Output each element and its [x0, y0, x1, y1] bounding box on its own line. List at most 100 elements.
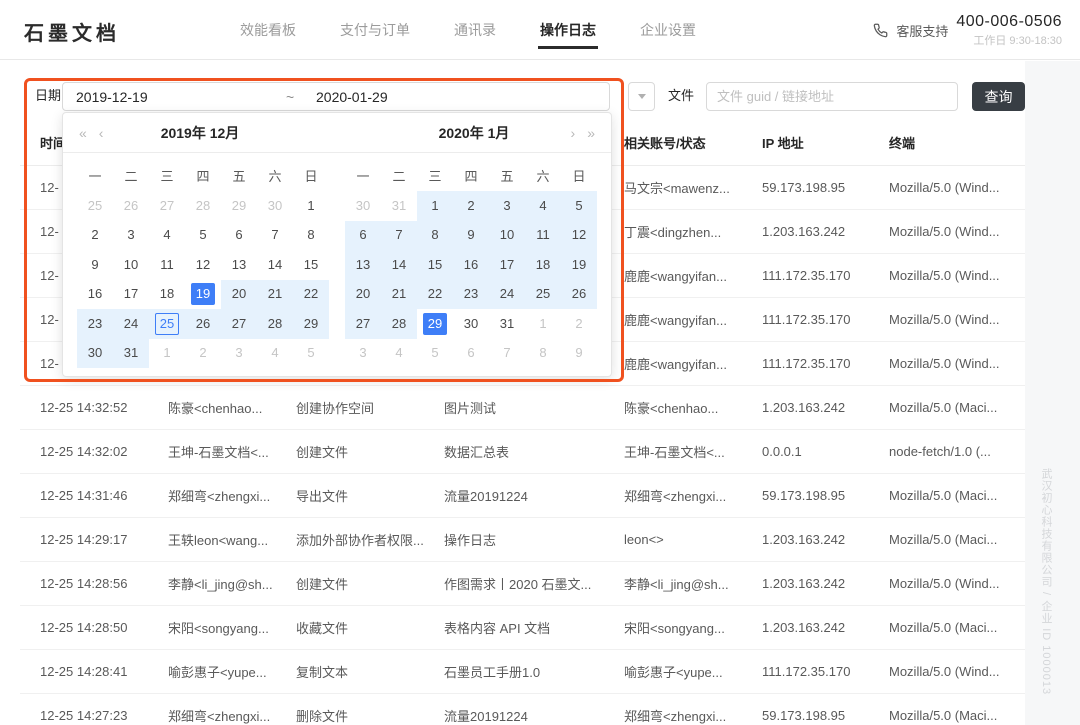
calendar-day[interactable]: 27 — [221, 309, 257, 339]
calendar-day[interactable]: 20 — [345, 280, 381, 310]
calendar-day[interactable]: 13 — [345, 250, 381, 280]
calendar-day[interactable]: 26 — [561, 280, 597, 310]
table-row[interactable]: 12-25 14:28:50宋阳<songyang...收藏文件表格内容 API… — [20, 606, 1025, 650]
calendar-day[interactable]: 31 — [489, 309, 525, 339]
calendar-day[interactable]: 7 — [381, 221, 417, 251]
calendar-day[interactable]: 28 — [185, 191, 221, 221]
calendar-day[interactable]: 7 — [257, 221, 293, 251]
calendar-day[interactable]: 4 — [149, 221, 185, 251]
nav-item-logs[interactable]: 操作日志 — [540, 0, 596, 60]
calendar-day[interactable]: 24 — [489, 280, 525, 310]
calendar-day[interactable]: 16 — [77, 280, 113, 310]
calendar-day[interactable]: 26 — [185, 309, 221, 339]
calendar-day[interactable]: 10 — [489, 221, 525, 251]
calendar-day[interactable]: 12 — [561, 221, 597, 251]
calendar-day[interactable]: 3 — [489, 191, 525, 221]
calendar-day[interactable]: 2 — [185, 339, 221, 369]
calendar-day[interactable]: 16 — [453, 250, 489, 280]
calendar-day[interactable]: 14 — [381, 250, 417, 280]
calendar-day[interactable]: 1 — [417, 191, 453, 221]
calendar-day[interactable]: 19 — [185, 280, 221, 310]
table-row[interactable]: 12-25 14:32:52陈豪<chenhao...创建协作空间图片测试陈豪<… — [20, 386, 1025, 430]
calendar-day[interactable]: 9 — [77, 250, 113, 280]
table-row[interactable]: 12-25 14:29:17王轶leon<wang...添加外部协作者权限...… — [20, 518, 1025, 562]
calendar-day[interactable]: 3 — [113, 221, 149, 251]
calendar-day[interactable]: 17 — [113, 280, 149, 310]
next-month-icon[interactable]: › — [571, 126, 576, 140]
table-row[interactable]: 12-25 14:32:02王坤-石墨文档<...创建文件数据汇总表王坤-石墨文… — [20, 430, 1025, 474]
table-row[interactable]: 12-25 14:28:41喻彭惠子<yupe...复制文本石墨员工手册1.0喻… — [20, 650, 1025, 694]
date-end-value[interactable]: 2020-01-29 — [316, 89, 388, 105]
calendar-day[interactable]: 6 — [453, 339, 489, 369]
calendar-day[interactable]: 13 — [221, 250, 257, 280]
nav-item-settings[interactable]: 企业设置 — [640, 0, 696, 60]
calendar-day[interactable]: 27 — [345, 309, 381, 339]
table-row[interactable]: 12-25 14:28:56李静<li_jing@sh...创建文件作图需求丨2… — [20, 562, 1025, 606]
calendar-day[interactable]: 31 — [381, 191, 417, 221]
calendar-day[interactable]: 5 — [417, 339, 453, 369]
prev-year-icon[interactable]: « — [79, 126, 87, 140]
calendar-day[interactable]: 4 — [525, 191, 561, 221]
nav-item-contacts[interactable]: 通讯录 — [454, 0, 496, 60]
calendar-day[interactable]: 30 — [77, 339, 113, 369]
app-logo[interactable]: 石墨文档 — [24, 17, 120, 46]
calendar-day[interactable]: 25 — [149, 309, 185, 339]
calendar-day[interactable]: 30 — [257, 191, 293, 221]
calendar-day[interactable]: 29 — [293, 309, 329, 339]
calendar-day[interactable]: 29 — [417, 309, 453, 339]
calendar-day[interactable]: 12 — [185, 250, 221, 280]
calendar-day[interactable]: 8 — [525, 339, 561, 369]
query-button[interactable]: 查询 — [972, 82, 1025, 111]
calendar-day[interactable]: 18 — [149, 280, 185, 310]
calendar-day[interactable]: 20 — [221, 280, 257, 310]
calendar-day[interactable]: 22 — [417, 280, 453, 310]
calendar-day[interactable]: 27 — [149, 191, 185, 221]
calendar-day[interactable]: 3 — [221, 339, 257, 369]
next-year-icon[interactable]: » — [587, 126, 595, 140]
calendar-day[interactable]: 2 — [561, 309, 597, 339]
calendar-day[interactable]: 8 — [293, 221, 329, 251]
calendar-day[interactable]: 2 — [77, 221, 113, 251]
calendar-day[interactable]: 23 — [77, 309, 113, 339]
prev-month-icon[interactable]: ‹ — [99, 126, 104, 140]
calendar-day[interactable]: 15 — [417, 250, 453, 280]
calendar-day[interactable]: 30 — [345, 191, 381, 221]
calendar-day[interactable]: 4 — [381, 339, 417, 369]
calendar-day[interactable]: 25 — [525, 280, 561, 310]
calendar-day[interactable]: 6 — [221, 221, 257, 251]
calendar-day[interactable]: 5 — [561, 191, 597, 221]
calendar-day[interactable]: 15 — [293, 250, 329, 280]
calendar-day[interactable]: 28 — [381, 309, 417, 339]
calendar-day[interactable]: 17 — [489, 250, 525, 280]
calendar-day[interactable]: 9 — [453, 221, 489, 251]
calendar-day[interactable]: 1 — [525, 309, 561, 339]
calendar-day[interactable]: 29 — [221, 191, 257, 221]
calendar-day[interactable]: 1 — [293, 191, 329, 221]
calendar-day[interactable]: 11 — [149, 250, 185, 280]
calendar-day[interactable]: 23 — [453, 280, 489, 310]
calendar-day[interactable]: 19 — [561, 250, 597, 280]
calendar-day[interactable]: 4 — [257, 339, 293, 369]
calendar-day[interactable]: 9 — [561, 339, 597, 369]
calendar-day[interactable]: 14 — [257, 250, 293, 280]
nav-item-dashboard[interactable]: 效能看板 — [240, 0, 296, 60]
table-row[interactable]: 12-25 14:31:46郑细弯<zhengxi...导出文件流量201912… — [20, 474, 1025, 518]
date-type-select[interactable] — [628, 82, 655, 111]
calendar-day[interactable]: 3 — [345, 339, 381, 369]
calendar-day[interactable]: 18 — [525, 250, 561, 280]
calendar-day[interactable]: 25 — [77, 191, 113, 221]
table-row[interactable]: 12-25 14:27:23郑细弯<zhengxi...删除文件流量201912… — [20, 694, 1025, 725]
calendar-day[interactable]: 1 — [149, 339, 185, 369]
calendar-day[interactable]: 30 — [453, 309, 489, 339]
calendar-day[interactable]: 5 — [293, 339, 329, 369]
calendar-day[interactable]: 24 — [113, 309, 149, 339]
calendar-day[interactable]: 8 — [417, 221, 453, 251]
calendar-day[interactable]: 5 — [185, 221, 221, 251]
date-range-input[interactable]: 2019-12-19 ~ 2020-01-29 — [62, 82, 610, 111]
date-start-value[interactable]: 2019-12-19 — [76, 89, 286, 105]
calendar-day[interactable]: 6 — [345, 221, 381, 251]
calendar-day[interactable]: 7 — [489, 339, 525, 369]
nav-item-payment[interactable]: 支付与订单 — [340, 0, 410, 60]
calendar-day[interactable]: 21 — [257, 280, 293, 310]
calendar-day[interactable]: 21 — [381, 280, 417, 310]
